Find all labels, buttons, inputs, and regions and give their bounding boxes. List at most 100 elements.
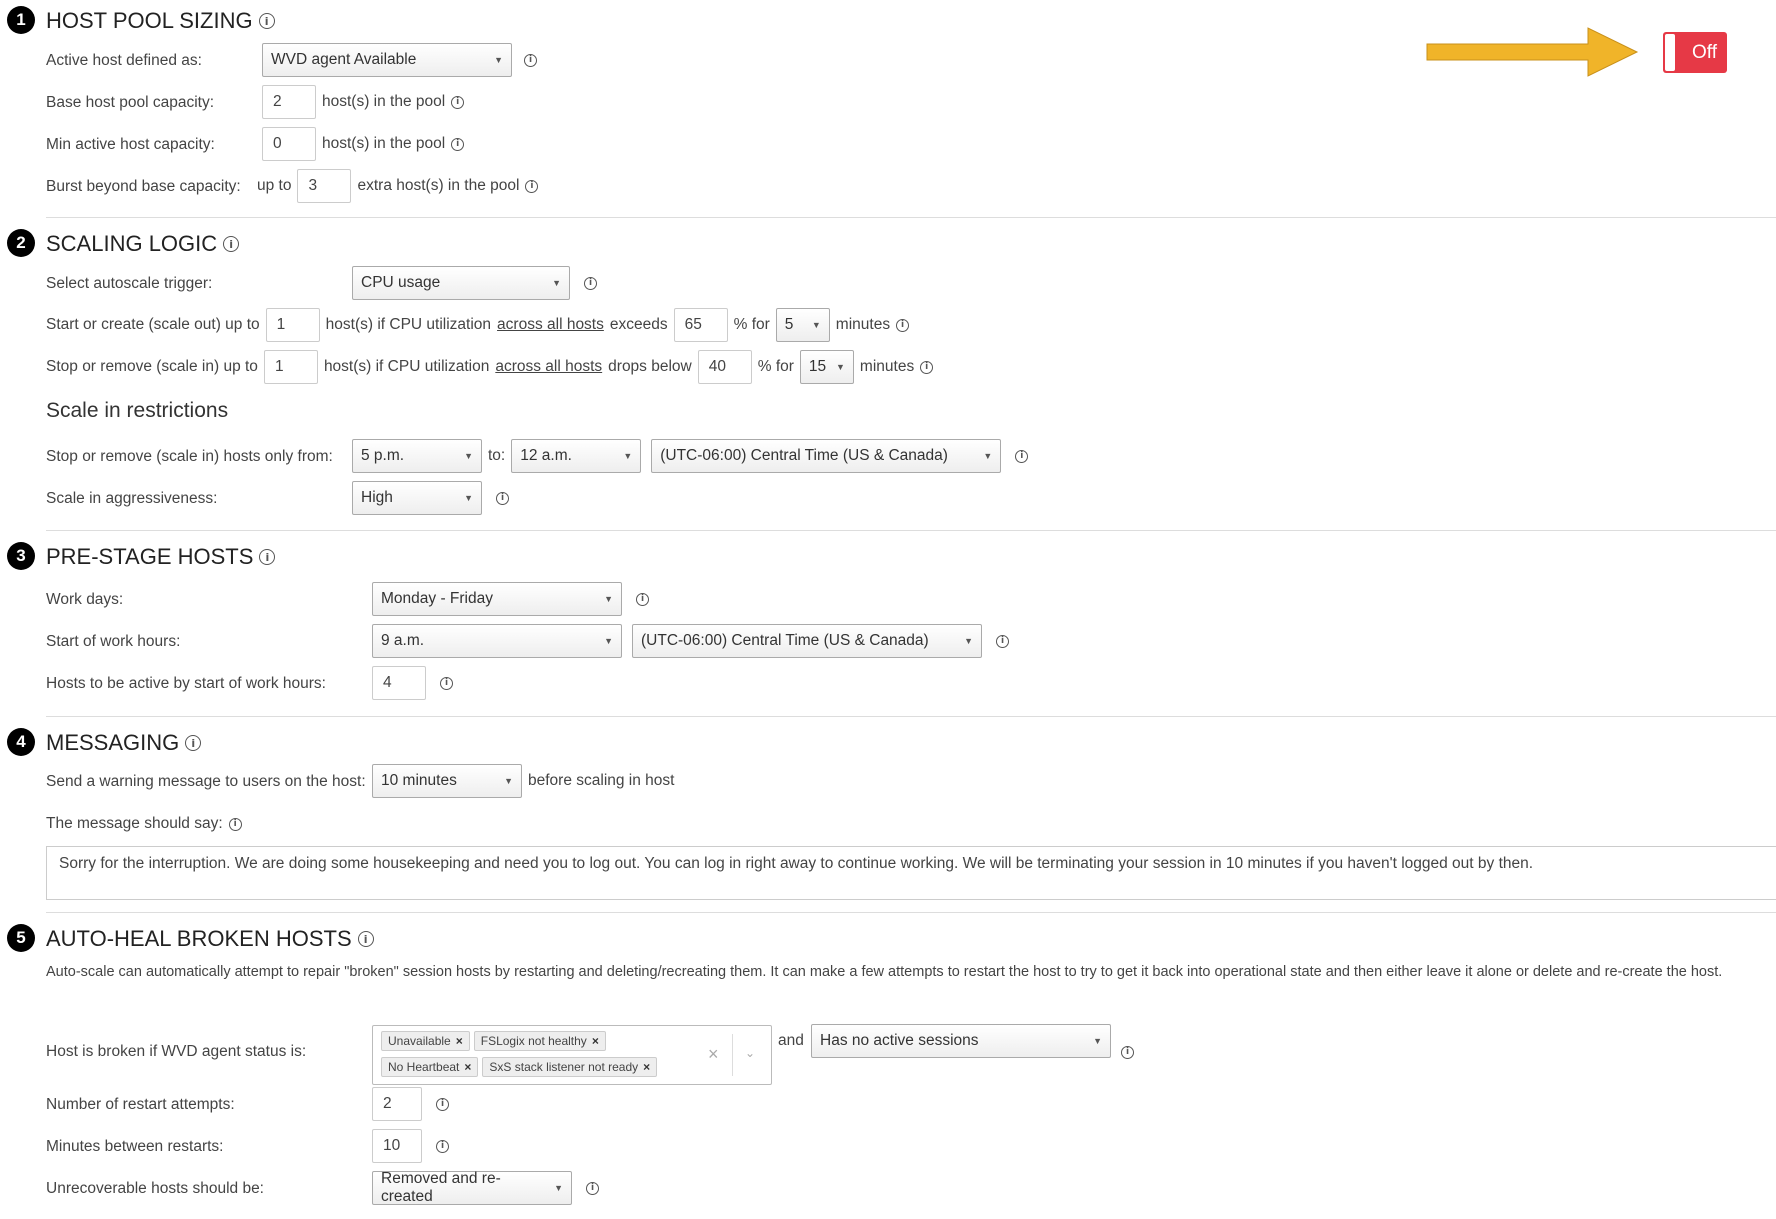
scale-in-minutes-select[interactable]: 15 ▼ [799,350,854,384]
restart-attempts-label: Number of restart attempts: [46,1096,235,1113]
scale-in-restrictions-heading: Scale in restrictions [46,399,229,422]
info-icon[interactable]: i [436,1139,449,1153]
sessions-condition-select[interactable]: Has no active sessions ▼ [811,1024,1111,1058]
auto-heal-description: Auto-scale can automatically attempt to … [46,964,1723,980]
info-icon[interactable]: i [496,491,509,505]
info-icon[interactable]: i [451,137,465,151]
info-icon[interactable]: i [185,735,202,751]
pct-for-text: % for [757,358,794,375]
autoscale-trigger-select[interactable]: CPU usage ▼ [352,266,570,300]
base-capacity-label: Base host pool capacity: [46,94,215,111]
chevron-down-icon: ▼ [604,594,613,604]
info-icon[interactable]: i [451,95,465,109]
section-number-3: 3 [7,542,35,570]
info-icon[interactable]: i [440,676,453,690]
active-host-select[interactable]: WVD agent Available ▼ [262,43,512,77]
warning-time-select[interactable]: 10 minutes ▼ [372,764,522,798]
hosts-active-label: Hosts to be active by start of work hour… [46,675,326,692]
scale-in-label: Stop or remove (scale in) up to [46,358,258,375]
warning-suffix: before scaling in host [528,772,675,789]
to-time-select[interactable]: 12 a.m. ▼ [511,439,642,473]
select-value: 12 a.m. [520,447,572,464]
chevron-down-icon: ▼ [623,451,633,461]
status-tag: Unavailable × [381,1031,470,1051]
info-icon[interactable]: i [357,931,374,947]
prestage-timezone-select[interactable]: (UTC-06:00) Central Time (US & Canada) ▼ [632,624,982,658]
info-icon[interactable]: i [920,360,934,374]
tag-label: No Heartbeat [388,1060,460,1074]
scale-out-minutes-select[interactable]: 5 ▼ [775,308,830,342]
chevron-down-icon[interactable]: ⌄ [745,1046,755,1060]
burst-input[interactable]: 3 [297,169,352,203]
message-label: The message should say: [46,815,223,832]
aggressiveness-select[interactable]: High ▼ [352,481,482,515]
close-icon[interactable]: × [464,1060,471,1074]
close-icon[interactable]: × [592,1034,599,1048]
divider [46,217,1776,218]
status-tag: No Heartbeat × [381,1057,479,1077]
select-value: 15 [808,358,827,375]
minutes-between-label: Minutes between restarts: [46,1138,224,1155]
min-capacity-input[interactable]: 0 [262,127,316,161]
section-title-pre-stage-hosts: PRE-STAGE HOSTS i [46,544,276,570]
min-capacity-suffix: host(s) in the pool [322,135,446,152]
base-capacity-input[interactable]: 2 [262,85,316,119]
select-value: WVD agent Available [271,51,417,68]
scale-in-across-link[interactable]: across all hosts [495,358,602,376]
timezone-select[interactable]: (UTC-06:00) Central Time (US & Canada) ▼ [651,439,1002,473]
section-number-5: 5 [7,924,35,952]
min-capacity-label: Min active host capacity: [46,136,215,153]
status-tag: FSLogix not healthy × [473,1031,606,1051]
info-icon[interactable]: i [636,592,649,606]
info-icon[interactable]: i [228,817,242,831]
info-icon[interactable]: i [525,179,539,193]
aggressiveness-label: Scale in aggressiveness: [46,490,218,507]
scale-in-pct-input[interactable]: 40 [697,350,752,384]
info-icon[interactable]: i [258,13,275,29]
scale-out-hosts-input[interactable]: 1 [265,308,320,342]
from-time-select[interactable]: 5 p.m. ▼ [352,439,482,473]
autoscale-toggle[interactable]: Off [1663,32,1727,73]
pct-for-text: % for [733,316,770,333]
chevron-down-icon: ▼ [554,1183,563,1193]
info-icon[interactable]: i [1121,1046,1134,1059]
clear-icon[interactable]: × [708,1044,719,1065]
select-value: Monday - Friday [381,590,493,607]
info-icon[interactable]: i [524,53,537,67]
select-value: Has no active sessions [820,1032,979,1049]
close-icon[interactable]: × [456,1034,463,1048]
info-icon[interactable]: i [436,1097,449,1111]
scale-out-pct-input[interactable]: 65 [673,308,728,342]
section-title-messaging: MESSAGING i [46,730,202,756]
info-icon[interactable]: i [584,276,597,290]
select-value: 10 minutes [381,772,457,789]
chevron-down-icon: ▼ [504,776,513,786]
section-number-1: 1 [7,6,35,34]
info-icon[interactable]: i [1015,449,1029,463]
section-title-host-pool-sizing: HOST POOL SIZING i [46,8,275,34]
select-value: 5 [784,316,794,333]
message-textarea[interactable]: Sorry for the interruption. We are doing… [46,846,1776,900]
info-icon[interactable]: i [896,318,910,332]
scale-in-hosts-input[interactable]: 1 [263,350,318,384]
info-icon[interactable]: i [586,1181,599,1195]
section-number-4: 4 [7,728,35,756]
close-icon[interactable]: × [643,1060,650,1074]
section-title-text: HOST POOL SIZING [46,8,253,33]
info-icon[interactable]: i [223,236,240,252]
start-hours-select[interactable]: 9 a.m. ▼ [372,624,622,658]
select-value: (UTC-06:00) Central Time (US & Canada) [641,632,929,649]
unrecoverable-select[interactable]: Removed and re-created ▼ [372,1170,572,1205]
scale-out-across-link[interactable]: across all hosts [497,316,604,334]
section-title-scaling-logic: SCALING LOGIC i [46,231,240,257]
info-icon[interactable]: i [259,549,276,565]
toggle-knob[interactable] [1665,34,1675,71]
restart-attempts-input[interactable]: 2 [372,1087,422,1121]
minutes-between-input[interactable]: 10 [372,1129,422,1163]
info-icon[interactable]: i [996,634,1009,648]
minutes-text: minutes [859,358,915,375]
hosts-active-input[interactable]: 4 [372,666,426,700]
broken-status-multiselect[interactable]: Unavailable × FSLogix not healthy × No Hea… [372,1025,772,1085]
arrow-indicator [1426,27,1639,77]
work-days-select[interactable]: Monday - Friday ▼ [372,582,622,616]
